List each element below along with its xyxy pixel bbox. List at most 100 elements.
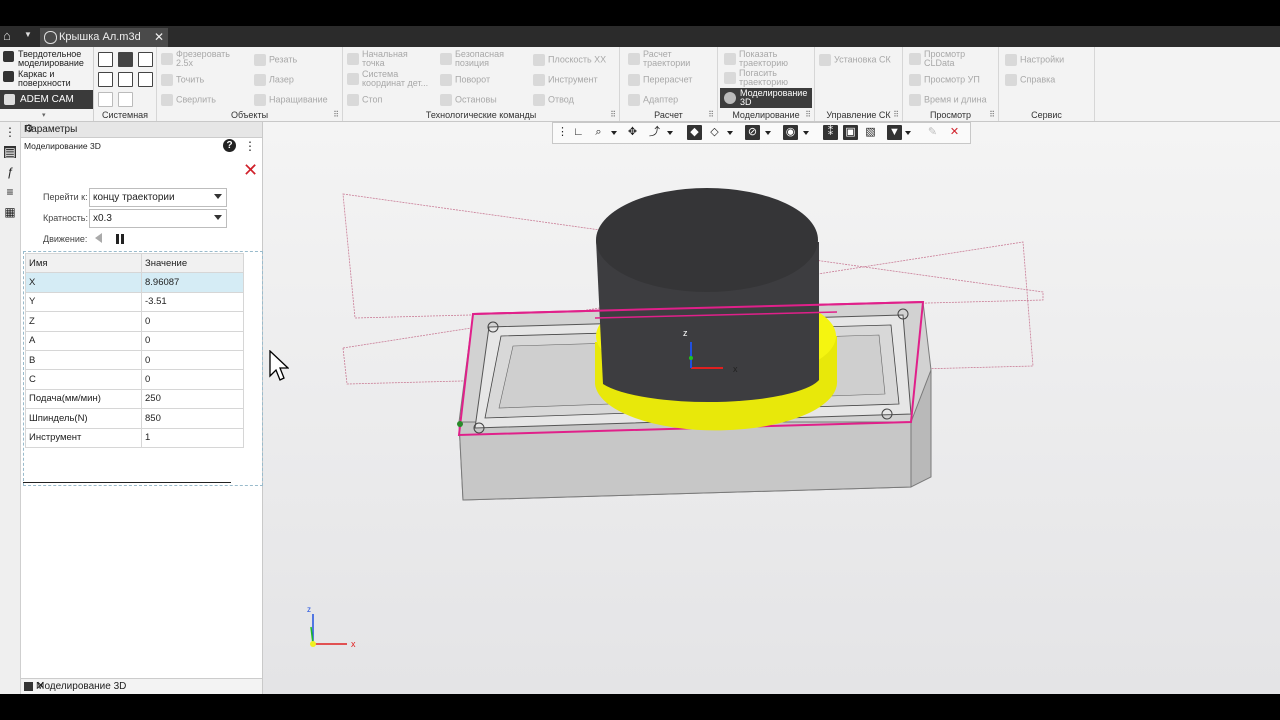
- chevron-down-icon[interactable]: ▾: [42, 111, 46, 119]
- mode-solid-modeling[interactable]: Твердотельное моделирование: [3, 50, 93, 68]
- table-row[interactable]: B0: [25, 349, 244, 371]
- document-icon: [44, 31, 57, 44]
- group-label-service: Сервис: [1031, 110, 1062, 120]
- open-folder-icon[interactable]: [118, 52, 133, 67]
- mode-wireframe-surfaces[interactable]: Каркас и поверхности: [3, 70, 93, 88]
- time-length-button[interactable]: Время и длина: [909, 94, 987, 106]
- play-back-icon[interactable]: [95, 233, 102, 243]
- print-icon[interactable]: [98, 72, 113, 87]
- table-row[interactable]: Инструмент 1: [25, 427, 244, 448]
- rotate-icon: [440, 74, 452, 86]
- group-label-objects: Объекты ⠿: [230, 110, 339, 120]
- table-row[interactable]: Подача(мм/мин) 250: [25, 388, 244, 410]
- group-label-view: Просмотр ⠿: [929, 110, 995, 120]
- safe-position-icon: [440, 53, 452, 65]
- global-axes-triad: [310, 614, 347, 647]
- start-point-button[interactable]: Начальная точка: [347, 50, 422, 68]
- clock-icon: [909, 94, 921, 106]
- mill-button[interactable]: Фрезеровать 2.5x: [161, 50, 230, 68]
- goto-label: Перейти к:: [43, 192, 88, 202]
- table-row[interactable]: X 8.96087: [25, 272, 244, 293]
- parameters-icon[interactable]: ▤: [4, 146, 16, 158]
- coord-system-button[interactable]: Система координат дет...: [347, 70, 432, 88]
- help-button[interactable]: Справка: [1005, 74, 1055, 86]
- table-row[interactable]: Z0: [25, 311, 244, 332]
- stops-button[interactable]: Остановы: [440, 94, 497, 106]
- build-button[interactable]: Наращивание: [254, 94, 328, 106]
- rotate-button[interactable]: Поворот: [440, 74, 490, 86]
- model-3d-button[interactable]: Моделирование 3D: [720, 88, 812, 108]
- group-service: Настройки Справка Сервис: [999, 47, 1095, 121]
- drill-button[interactable]: Сверлить: [161, 94, 216, 106]
- 3d-viewport[interactable]: ⋮ ∟ ⌕ ✥ ⤴ ◆ ◇ ⊘ ◉ ⁑ ▣ ▧ ▼ ✎ ✕ z x z x: [263, 122, 1280, 694]
- tree-icon[interactable]: ⋮: [244, 139, 256, 153]
- group-label-system: Системная: [101, 110, 149, 120]
- group-label-calc: Расчет ⠿: [654, 110, 714, 120]
- help-icon[interactable]: ?: [223, 139, 236, 152]
- group-tech: Начальная точка Система координат дет...…: [343, 47, 620, 121]
- tool-axis-x-label: x: [733, 364, 738, 374]
- gear-icon: [1005, 54, 1017, 66]
- redo-icon[interactable]: [118, 92, 133, 107]
- turn-button[interactable]: Точить: [161, 74, 204, 86]
- tool-axis-z-label: z: [683, 328, 688, 338]
- function-icon[interactable]: ƒ: [4, 166, 16, 178]
- multiplicity-select[interactable]: x0.3: [89, 209, 227, 228]
- global-axis-z-label: z: [307, 605, 311, 614]
- table-row[interactable]: Y -3.51: [25, 291, 244, 313]
- list-icon[interactable]: ▦: [4, 206, 16, 218]
- new-file-icon[interactable]: [98, 52, 113, 67]
- view-up-button[interactable]: Просмотр УП: [909, 74, 980, 86]
- settings-button[interactable]: Настройки: [1005, 54, 1064, 66]
- group-cs: Установка СК Управление СК ⠿: [815, 47, 903, 121]
- save-icon[interactable]: [138, 52, 153, 67]
- laser-icon: [254, 74, 266, 86]
- hide-trajectory-button[interactable]: Погасить траекторию: [724, 69, 794, 87]
- recalc-button[interactable]: Перерасчет: [628, 74, 692, 86]
- panel-footer-tab[interactable]: Моделирование 3D ✕: [21, 678, 262, 695]
- hide-trajectory-icon: [724, 72, 736, 84]
- plane-xx-button[interactable]: Плоскость XX: [533, 54, 606, 66]
- 3d-scene: z x z x: [307, 188, 1044, 649]
- calc-trajectory-button[interactable]: Расчет траектории: [628, 50, 698, 68]
- tool-button[interactable]: Инструмент: [533, 74, 598, 86]
- stop-icon: [347, 94, 359, 106]
- close-icon[interactable]: ✕: [243, 161, 258, 179]
- install-cs-button[interactable]: Установка СК: [819, 54, 891, 66]
- view-cldata-button[interactable]: Просмотр CLData: [909, 50, 974, 68]
- home-icon[interactable]: ⌂: [3, 28, 19, 46]
- table-row[interactable]: Шпиндель(N) 850: [25, 408, 244, 429]
- left-tool-strip: ⋮ ▤ ƒ ≡ ▦: [0, 122, 21, 694]
- preview-icon[interactable]: [118, 72, 133, 87]
- close-tab-icon[interactable]: ✕: [154, 30, 164, 44]
- show-trajectory-button[interactable]: Показать траекторию: [724, 50, 794, 68]
- retract-button[interactable]: Отвод: [533, 94, 574, 106]
- mode-adem-cam[interactable]: ADEM CAM: [0, 90, 93, 109]
- gear-icon[interactable]: ⚙: [24, 122, 259, 135]
- pause-icon[interactable]: [116, 234, 124, 244]
- cut-button[interactable]: Резать: [254, 54, 297, 66]
- document-tab[interactable]: Крышка Ал.m3d ✕: [40, 28, 168, 47]
- group-modeling: Показать траекторию Погасить траекторию …: [718, 47, 815, 121]
- group-objects: Фрезеровать 2.5x Точить Сверлить Резать …: [157, 47, 343, 121]
- adapter-button[interactable]: Адаптер: [628, 94, 678, 106]
- save-as-icon[interactable]: [138, 72, 153, 87]
- laser-button[interactable]: Лазер: [254, 74, 294, 86]
- group-calc: Расчет траектории Перерасчет Адаптер Рас…: [620, 47, 718, 121]
- undo-icon[interactable]: [98, 92, 113, 107]
- goto-select[interactable]: концу траектории: [89, 188, 227, 207]
- layers-icon[interactable]: ≡: [4, 186, 16, 198]
- tree-icon[interactable]: ⋮: [4, 126, 16, 138]
- stop-button[interactable]: Стоп: [347, 94, 382, 106]
- solid-icon: [3, 51, 14, 62]
- global-axis-x-label: x: [351, 639, 356, 649]
- title-bar: [0, 26, 1280, 47]
- table-row[interactable]: C0: [25, 369, 244, 390]
- close-icon[interactable]: ✕: [36, 679, 259, 692]
- safe-position-button[interactable]: Безопасная позиция: [440, 50, 511, 68]
- chevron-down-icon[interactable]: ▼: [24, 30, 32, 39]
- ribbon-mode-list: Твердотельное моделирование Каркас и пов…: [0, 47, 94, 121]
- model-3d-icon: [724, 92, 736, 104]
- table-row[interactable]: A0: [25, 330, 244, 351]
- group-view: Просмотр CLData Просмотр УП Время и длин…: [903, 47, 999, 121]
